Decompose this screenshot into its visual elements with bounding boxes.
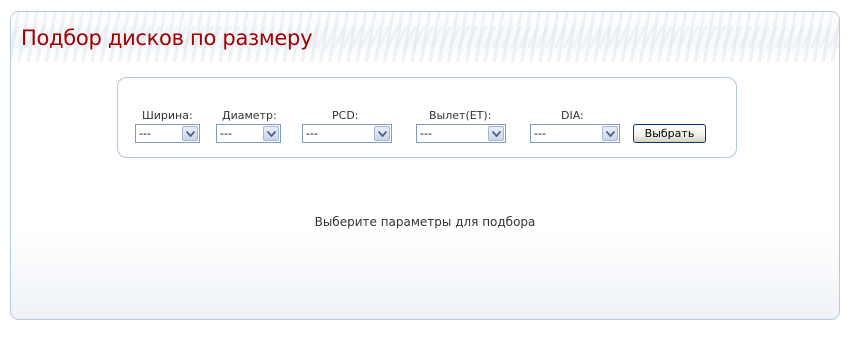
pcd-select[interactable]: --- xyxy=(302,124,392,143)
offset-select-value: --- xyxy=(420,127,432,140)
chevron-down-icon[interactable] xyxy=(488,126,504,141)
width-label: Ширина: xyxy=(142,109,193,122)
chevron-down-icon[interactable] xyxy=(602,126,618,141)
diameter-label: Диаметр: xyxy=(222,109,277,122)
page-title: Подбор дисков по размеру xyxy=(21,26,313,50)
width-select[interactable]: --- xyxy=(135,124,200,143)
width-select-value: --- xyxy=(139,127,151,140)
offset-label: Вылет(ET): xyxy=(429,109,492,122)
dia-select[interactable]: --- xyxy=(530,124,620,143)
dia-select-value: --- xyxy=(534,127,546,140)
select-button[interactable]: Выбрать xyxy=(633,124,706,143)
diameter-select-value: --- xyxy=(220,127,232,140)
results-message: Выберите параметры для подбора xyxy=(314,215,536,229)
chevron-down-icon[interactable] xyxy=(182,126,198,141)
filter-box: Ширина: --- Диаметр: --- PCD: --- Вылет(… xyxy=(117,77,737,158)
diameter-select[interactable]: --- xyxy=(216,124,281,143)
chevron-down-icon[interactable] xyxy=(374,126,390,141)
chevron-down-icon[interactable] xyxy=(263,126,279,141)
wheel-selection-panel: Подбор дисков по размеру Ширина: --- Диа… xyxy=(10,11,840,320)
pcd-label: PCD: xyxy=(332,109,359,122)
offset-select[interactable]: --- xyxy=(416,124,506,143)
pcd-select-value: --- xyxy=(306,127,318,140)
dia-label: DIA: xyxy=(561,109,584,122)
